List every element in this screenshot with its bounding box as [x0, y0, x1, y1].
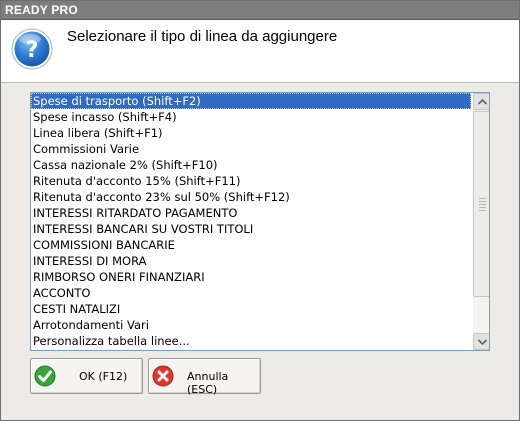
list-item[interactable]: Arrotondamenti Vari [31, 317, 471, 333]
scroll-down-button[interactable] [473, 333, 489, 350]
list-item[interactable]: INTERESSI DI MORA [31, 253, 471, 269]
checkmark-icon [34, 365, 56, 387]
list-item[interactable]: INTERESSI BANCARI SU VOSTRI TITOLI [31, 221, 471, 237]
list-item[interactable]: RIMBORSO ONERI FINANZIARI [31, 269, 471, 285]
list-item[interactable]: ACCONTO [31, 285, 471, 301]
title-bar[interactable]: READY PRO [1, 1, 519, 20]
list-item[interactable]: Linea libera (Shift+F1) [31, 125, 471, 141]
question-icon: ? [11, 28, 53, 70]
list-item[interactable]: CESTI NATALIZI [31, 301, 471, 317]
ok-button[interactable]: OK (F12) [30, 358, 143, 394]
scroll-up-button[interactable] [473, 93, 489, 110]
dialog-window: READY PRO ? Selezionare il tipo di linea… [0, 0, 520, 421]
list-item[interactable]: Ritenuta d'acconto 15% (Shift+F11) [31, 173, 471, 189]
window-title: READY PRO [5, 3, 78, 17]
list-item[interactable]: Ritenuta d'acconto 23% sul 50% (Shift+F1… [31, 189, 471, 205]
vertical-scrollbar[interactable] [472, 93, 489, 350]
svg-text:?: ? [26, 38, 39, 63]
line-type-listbox[interactable]: Spese di trasporto (Shift+F2) Spese incas… [30, 92, 490, 351]
close-icon [152, 365, 174, 387]
dialog-prompt: Selezionare il tipo di linea da aggiunge… [67, 28, 338, 45]
list-item[interactable]: Cassa nazionale 2% (Shift+F10) [31, 157, 471, 173]
cancel-button[interactable]: Annulla (ESC) [148, 358, 261, 396]
scroll-grip [479, 198, 486, 212]
list-item[interactable]: Spese di trasporto (Shift+F2) [31, 93, 471, 109]
chevron-up-icon [478, 99, 487, 105]
line-type-list[interactable]: Spese di trasporto (Shift+F2) Spese incas… [31, 93, 471, 350]
cancel-button-label: Annulla (ESC) [187, 370, 229, 396]
list-item[interactable]: Spese incasso (Shift+F4) [31, 109, 471, 125]
list-item[interactable]: Commissioni Varie [31, 141, 471, 157]
dialog-header: ? Selezionare il tipo di linea da aggiun… [1, 20, 519, 83]
list-item[interactable]: COMMISSIONI BANCARIE [31, 237, 471, 253]
ok-button-label: OK (F12) [79, 370, 128, 383]
list-item[interactable]: Personalizza tabella linee... [31, 333, 471, 349]
list-item[interactable]: INTERESSI RITARDATO PAGAMENTO [31, 205, 471, 221]
scroll-thumb[interactable] [473, 111, 489, 297]
chevron-down-icon [478, 339, 487, 345]
